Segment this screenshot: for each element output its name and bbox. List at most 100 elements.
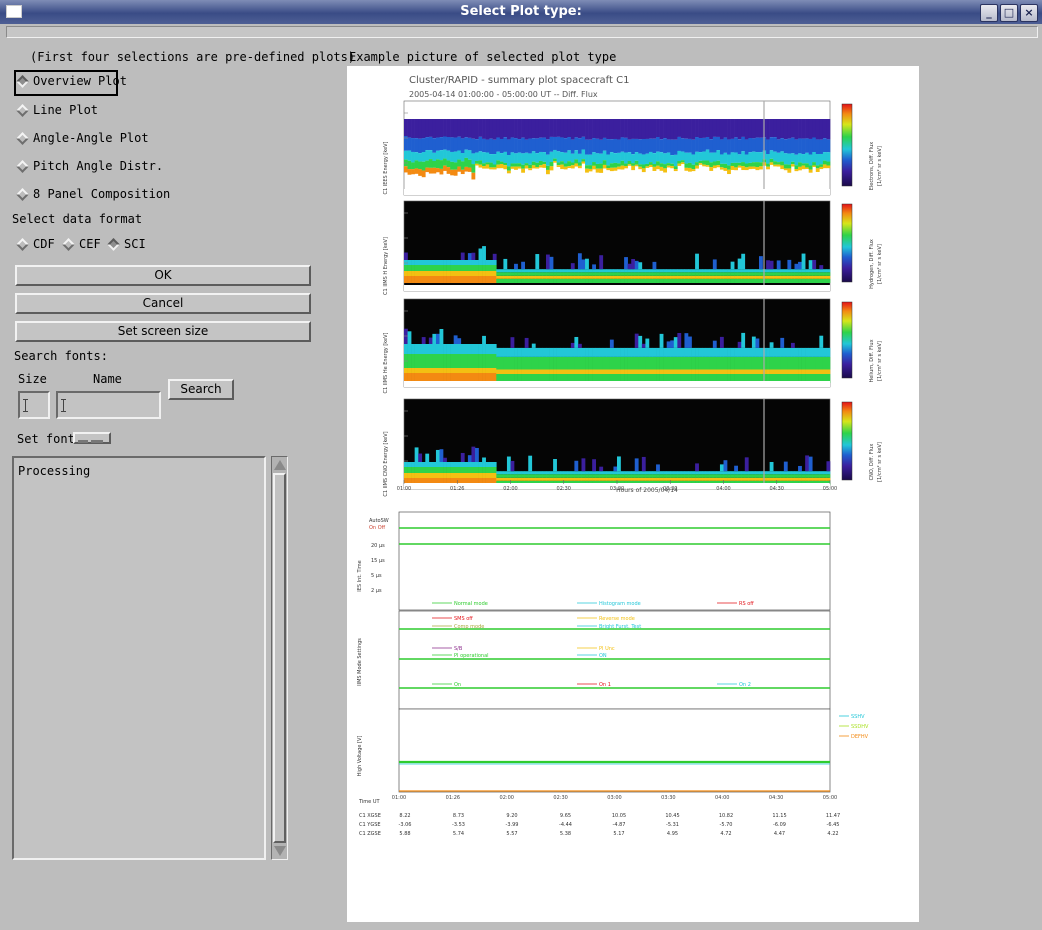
- ephem-value: 5.57: [506, 831, 517, 837]
- colorbar-units: [1/cm² sr s keV]: [877, 442, 883, 482]
- colorbar: [841, 401, 853, 481]
- radio-label: CEF: [79, 237, 101, 251]
- ephem-value: 11.47: [826, 813, 840, 819]
- mode-label: On Off: [369, 525, 386, 531]
- ephem-value: 4.95: [667, 831, 678, 837]
- data-format-label: Select data format: [12, 212, 143, 226]
- ephem-header: Time UT: [358, 799, 380, 805]
- ephem-value: 10.82: [719, 813, 733, 819]
- scrollbar-thumb[interactable]: [273, 473, 286, 843]
- radio-pitch-angle[interactable]: Pitch Angle Distr.: [16, 156, 163, 176]
- legend-text: ON: [599, 653, 607, 659]
- mode-level-label: 2 µs: [371, 588, 382, 594]
- ephem-value: -6.09: [773, 822, 786, 828]
- colorbar-label: Hydrogen, Diff. Flux: [869, 239, 875, 289]
- legend-text: Reverse mode: [599, 616, 635, 622]
- summary-plot: Cluster/RAPID - summary plot spacecraft …: [357, 75, 883, 837]
- time-tick-label: 02:00: [500, 795, 514, 801]
- log-output-text[interactable]: Processing: [12, 456, 266, 860]
- panel-ylabel: C1 IEES Energy [keV]: [383, 141, 389, 194]
- radio-angle-angle-plot[interactable]: Angle-Angle Plot: [16, 128, 149, 148]
- ephem-value: 5.88: [399, 831, 410, 837]
- ephem-value: 8.22: [399, 813, 410, 819]
- radio-label: Overview Plot: [33, 74, 127, 88]
- ephem-value: 4.72: [720, 831, 731, 837]
- mode-level-label: 20 µs: [371, 543, 385, 549]
- time-tick-label: 03:30: [661, 795, 675, 801]
- radio-format-cef[interactable]: CEF: [62, 234, 101, 254]
- ephem-value: 10.05: [612, 813, 626, 819]
- radio-format-sci[interactable]: SCI: [107, 234, 146, 254]
- close-icon[interactable]: ×: [1020, 4, 1038, 22]
- radio-icon: [16, 103, 29, 117]
- ephem-value: 4.22: [827, 831, 838, 837]
- search-fonts-label: Search fonts:: [14, 349, 108, 363]
- radio-icon: [16, 131, 29, 145]
- time-tick-label: 04:00: [715, 795, 729, 801]
- ephem-value: -3.99: [506, 822, 519, 828]
- mode-ylabel: IES Int. Time: [357, 560, 363, 591]
- radio-format-cdf[interactable]: CDF: [16, 234, 55, 254]
- spectrogram-panel: CNO, Diff. Flux [1/cm² sr s keV] C1 IIMS C…: [383, 398, 883, 497]
- set-screen-size-button[interactable]: Set screen size: [15, 321, 311, 342]
- colorbar: [841, 301, 853, 379]
- log-scrollbar[interactable]: [271, 456, 288, 860]
- set-font-option-menu[interactable]: [73, 432, 111, 444]
- colorbar-units: [1/cm² sr s keV]: [877, 341, 883, 381]
- radio-8-panel[interactable]: 8 Panel Composition: [16, 184, 170, 204]
- legend-text: Histogram mode: [599, 601, 641, 607]
- legend-text: Bright Furst. Test: [599, 624, 641, 630]
- panel-ylabel: C1 IIMS He Energy [keV]: [383, 332, 389, 393]
- set-font-label: Set font: [17, 432, 75, 446]
- legend-text: PI operational: [454, 653, 489, 659]
- radio-overview-plot[interactable]: Overview Plot: [16, 71, 127, 91]
- ephem-value: -3.53: [452, 822, 465, 828]
- legend-text: On 1: [599, 682, 611, 688]
- ephem-value: 11.15: [772, 813, 786, 819]
- time-tick-label: 01:00: [392, 795, 406, 801]
- radio-label: CDF: [33, 237, 55, 251]
- time-tick-label: 04:30: [769, 795, 783, 801]
- mode-label: AutoSW: [369, 518, 389, 524]
- preview-caption: Example picture of selected plot type: [349, 50, 617, 64]
- panel-ylabel: C1 IIMS H Energy [keV]: [383, 237, 389, 295]
- radio-line-plot[interactable]: Line Plot: [16, 100, 98, 120]
- scroll-up-icon[interactable]: [274, 460, 286, 470]
- time-tick-label: 04:30: [770, 486, 784, 492]
- mode-level-label: 5 µs: [371, 573, 382, 579]
- ephem-row-label: C1 YGSE: [359, 822, 381, 828]
- time-tick-label: 01:26: [446, 795, 460, 801]
- ephem-value: 9.65: [560, 813, 571, 819]
- font-size-input[interactable]: [18, 391, 50, 419]
- font-name-input[interactable]: [56, 391, 161, 419]
- log-text: Processing: [18, 464, 91, 478]
- ok-button[interactable]: OK: [15, 265, 311, 286]
- time-tick-label: 05:00: [823, 486, 837, 492]
- ephem-value: -5.31: [666, 822, 679, 828]
- spectrogram-panel: Hydrogen, Diff. Flux [1/cm² sr s keV] C1 I…: [383, 200, 883, 295]
- text-cursor-icon: [23, 399, 28, 412]
- time-axis-label: Hours of 2005/04/14: [616, 487, 678, 494]
- panel-ylabel: C1 IIMS CNO Energy [keV]: [383, 431, 389, 496]
- search-button[interactable]: Search: [168, 379, 234, 400]
- example-plot-image: Cluster/RAPID - summary plot spacecraft …: [347, 66, 919, 922]
- legend-text: Normal mode: [454, 601, 488, 607]
- time-tick-label: 02:30: [553, 795, 567, 801]
- mode-level-label: 15 µs: [371, 558, 385, 564]
- ephem-row-label: C1 ZGSE: [359, 831, 381, 837]
- colorbar-label: Helium, Diff. Flux: [869, 339, 875, 382]
- legend-text: SMS off: [454, 616, 473, 622]
- minimize-icon[interactable]: _: [980, 4, 998, 22]
- radio-selected-icon: [107, 237, 120, 251]
- ephem-value: 5.38: [560, 831, 571, 837]
- colorbar-units: [1/cm² sr s keV]: [877, 146, 883, 186]
- option-menu-icon: [78, 440, 103, 443]
- radio-label: 8 Panel Composition: [33, 187, 171, 201]
- legend-text: S/B: [454, 646, 463, 652]
- maximize-icon[interactable]: □: [1000, 4, 1018, 22]
- cancel-button[interactable]: Cancel: [15, 293, 311, 314]
- spectrogram-panel: Helium, Diff. Flux [1/cm² sr s keV] C1 IIM…: [383, 298, 883, 393]
- scroll-down-icon[interactable]: [274, 846, 286, 856]
- ephem-value: 5.17: [613, 831, 624, 837]
- imms-ylabel: IIMS Mode Settings: [357, 638, 363, 686]
